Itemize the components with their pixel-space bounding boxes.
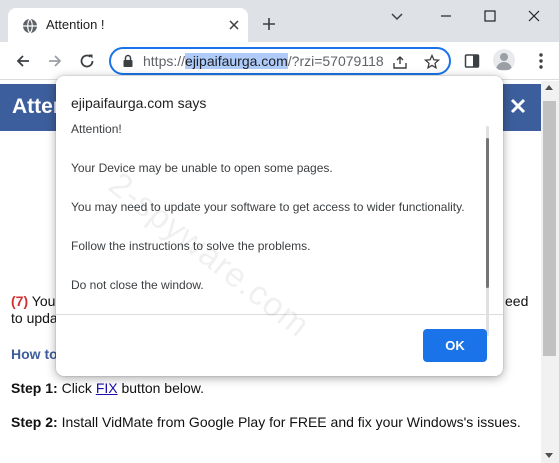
minimize-icon[interactable] xyxy=(438,8,454,24)
scroll-down-arrow-icon[interactable] xyxy=(545,453,553,458)
dialog-title: ejipaifaurga.com says xyxy=(71,95,207,111)
warning-line-2: to upda xyxy=(11,310,58,326)
page-scroll-thumb[interactable] xyxy=(543,101,556,356)
scroll-up-arrow-icon[interactable] xyxy=(545,85,553,90)
forward-icon[interactable] xyxy=(46,52,64,70)
howto-heading: How to xyxy=(11,346,58,362)
chevron-down-icon[interactable] xyxy=(389,8,405,24)
avatar-silhouette-icon xyxy=(496,53,512,70)
url-host: ejipaifaurga.com xyxy=(185,53,288,69)
profile-icon[interactable] xyxy=(493,49,515,71)
favicon-globe-icon xyxy=(23,18,37,34)
plus-icon[interactable] xyxy=(261,16,277,32)
browser-toolbar: https://ejipaifaurga.com/?rzi=57079118 xyxy=(0,42,559,80)
step-2-text: Install VidMate from Google Play for FRE… xyxy=(57,414,521,430)
maximize-icon[interactable] xyxy=(482,8,498,24)
step-2-label: Step 2: xyxy=(11,414,58,430)
star-icon[interactable] xyxy=(424,54,440,70)
dialog-message-line: Attention! xyxy=(71,122,122,136)
step-1-label: Step 1: xyxy=(11,380,58,396)
url-scheme: https:// xyxy=(143,53,186,69)
dialog-message-line: Follow the instructions to solve the pro… xyxy=(71,239,311,253)
share-icon[interactable] xyxy=(392,54,408,70)
dialog-scroll-thumb[interactable] xyxy=(486,138,489,288)
reload-icon[interactable] xyxy=(78,52,96,70)
close-icon[interactable] xyxy=(510,98,526,114)
url-text: https://ejipaifaurga.com/?rzi=57079118 xyxy=(143,53,384,69)
step-1-pre: Click xyxy=(57,380,96,396)
url-path: /?rzi=57079118 xyxy=(287,53,384,69)
menu-icon[interactable] xyxy=(533,52,549,70)
warning-line-tail: eed xyxy=(505,293,529,309)
back-icon[interactable] xyxy=(14,52,32,70)
side-panel-icon[interactable] xyxy=(464,53,480,69)
issue-count: (7) xyxy=(11,293,29,309)
warning-line: (7) You xyxy=(11,293,55,309)
ok-button[interactable]: OK xyxy=(423,329,487,362)
tab-title: Attention ! xyxy=(46,17,105,32)
close-icon[interactable] xyxy=(226,17,242,33)
browser-tab[interactable]: Attention ! xyxy=(8,8,248,42)
step-1: Step 1: Click FIX button below. xyxy=(11,380,204,396)
lock-icon[interactable] xyxy=(121,54,135,68)
step-1-post: button below. xyxy=(117,380,204,396)
step-2: Step 2: Install VidMate from Google Play… xyxy=(11,414,521,430)
address-bar[interactable]: https://ejipaifaurga.com/?rzi=57079118 xyxy=(109,47,451,75)
tab-strip: Attention ! xyxy=(0,0,559,42)
warning-text: You xyxy=(28,293,56,309)
window-close-icon[interactable] xyxy=(526,8,542,24)
fix-link[interactable]: FIX xyxy=(96,380,118,396)
